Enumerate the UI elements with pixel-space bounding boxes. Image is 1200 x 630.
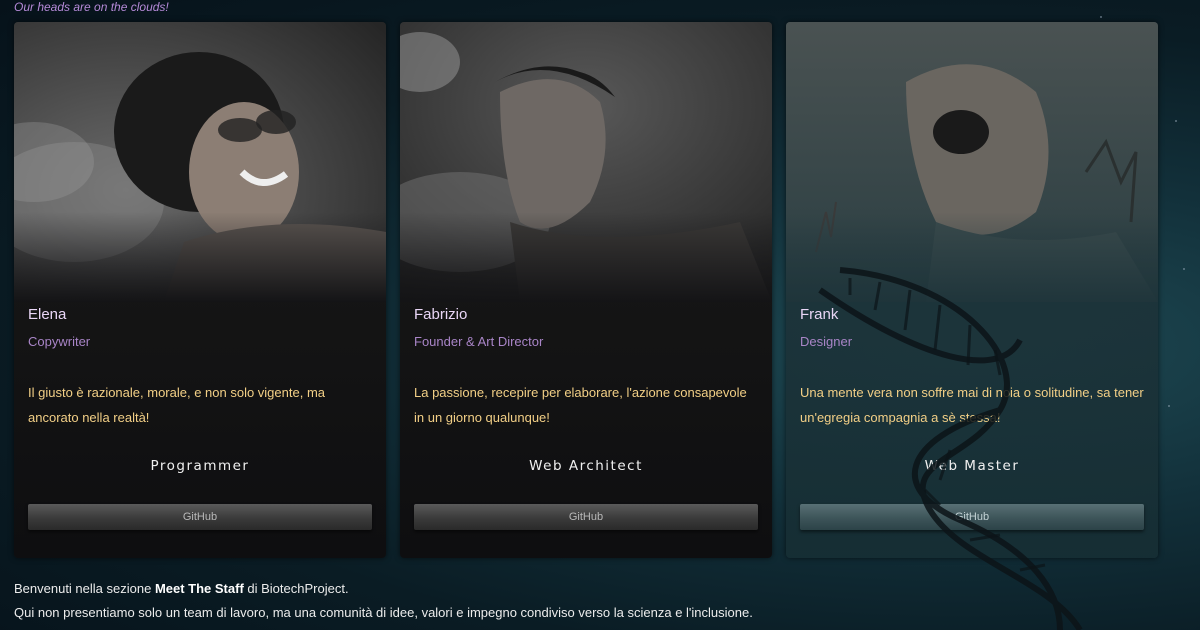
staff-job-title: Web Architect	[529, 458, 643, 474]
staff-name: Frank	[800, 306, 839, 323]
staff-name: Fabrizio	[414, 306, 468, 323]
github-button-frank[interactable]: GitHub	[800, 504, 1144, 530]
intro-line-2: Qui non presentiamo solo un team di lavo…	[14, 605, 753, 620]
staff-name: Elena	[28, 306, 67, 323]
background-star	[1100, 16, 1102, 18]
staff-quote: Una mente vera non soffre mai di noia o …	[800, 385, 1144, 425]
background-star	[1168, 405, 1170, 407]
staff-photo	[14, 22, 386, 302]
tagline: Our heads are on the clouds!	[14, 0, 169, 14]
background-star	[1175, 120, 1177, 122]
staff-photo	[786, 22, 1158, 302]
intro-line-1: Benvenuti nella sezione Meet The Staff d…	[14, 577, 753, 601]
staff-role: Copywriter	[28, 334, 91, 349]
staff-card-elena: Elena Copywriter Il giusto è razionale, …	[14, 22, 386, 558]
staff-role: Designer	[800, 334, 853, 349]
staff-card-fabrizio: Fabrizio Founder & Art Director La passi…	[400, 22, 772, 558]
github-button-elena[interactable]: GitHub	[28, 504, 372, 530]
staff-job-title: Web Master	[924, 458, 1020, 474]
staff-quote: Il giusto è razionale, morale, e non sol…	[28, 385, 326, 425]
staff-job-title: Programmer	[150, 458, 250, 474]
intro-suffix: di BiotechProject.	[243, 581, 349, 596]
staff-card-frank: Frank Designer Una mente vera non soffre…	[786, 22, 1158, 558]
intro-text: Benvenuti nella sezione Meet The Staff d…	[14, 577, 753, 625]
intro-section-name: Meet The Staff	[154, 581, 244, 596]
staff-role: Founder & Art Director	[414, 334, 544, 349]
staff-cards: Elena Copywriter Il giusto è razionale, …	[14, 22, 1160, 558]
intro-prefix: Benvenuti nella sezione	[14, 581, 155, 596]
staff-quote: La passione, recepire per elaborare, l'a…	[414, 385, 747, 425]
github-button-fabrizio[interactable]: GitHub	[414, 504, 758, 530]
background-star	[1183, 268, 1185, 270]
staff-photo	[400, 22, 772, 302]
